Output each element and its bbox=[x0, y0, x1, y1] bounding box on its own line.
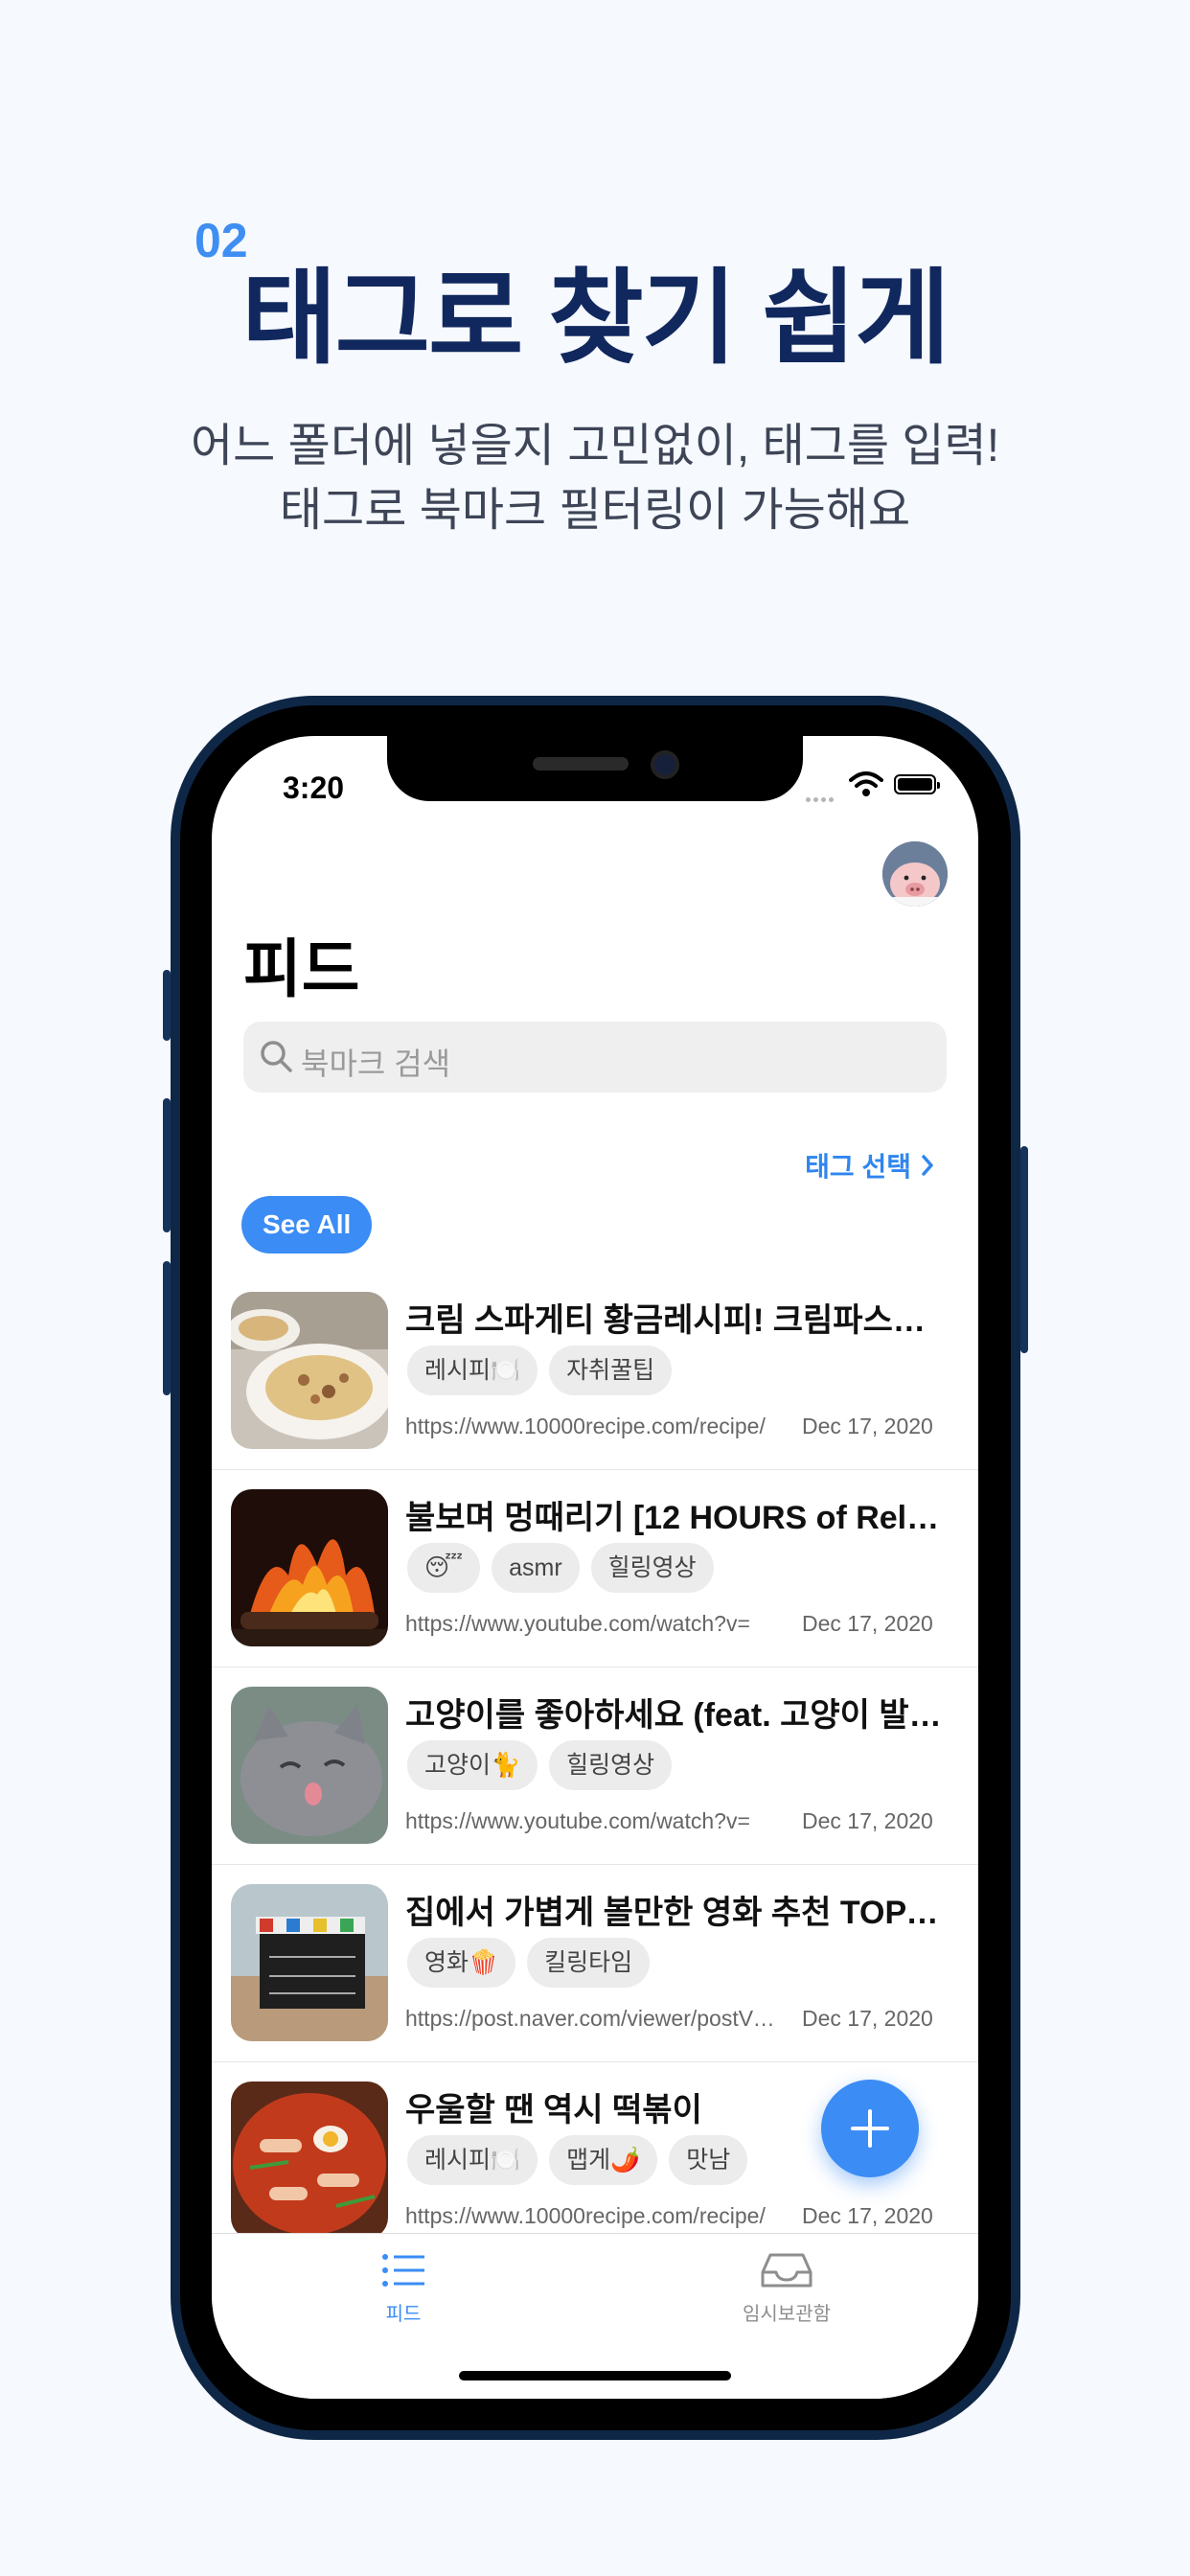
thumbnail-tteokbokki bbox=[231, 2082, 388, 2239]
tag-chip[interactable]: 😴 bbox=[407, 1543, 481, 1593]
item-title: 고양이를 좋아하세요 (feat. 고양이 발바닥) bbox=[405, 1697, 942, 1734]
thumbnail-pasta bbox=[231, 1292, 388, 1449]
phone-button-silent bbox=[163, 970, 171, 1041]
search-input[interactable]: 북마크 검색 bbox=[243, 1022, 947, 1092]
tab-feed-label: 피드 bbox=[385, 2304, 422, 2325]
tag-list: 레시피🍽️ 맵게🌶️ 맛남 bbox=[407, 2135, 748, 2185]
feed-item[interactable]: 집에서 가볍게 볼만한 영화 추천 TOP 10 영화🍿 킬링타임 https:… bbox=[212, 1865, 978, 2062]
thumbnail-fireplace bbox=[231, 1489, 388, 1646]
wifi-icon bbox=[849, 771, 883, 796]
item-date: Dec 17, 2020 bbox=[802, 1611, 933, 1636]
add-bookmark-button[interactable] bbox=[821, 2080, 919, 2177]
battery-icon bbox=[894, 774, 940, 794]
hero-title: 태그로 찾기 쉽게 bbox=[241, 260, 950, 376]
item-date: Dec 17, 2020 bbox=[802, 2203, 933, 2228]
tab-feed[interactable]: 피드 bbox=[308, 2251, 499, 2326]
chevron-right-icon bbox=[922, 1155, 933, 1176]
tag-chip[interactable]: 킬링타임 bbox=[527, 1938, 651, 1988]
hero-section: 02 태그로 찾기 쉽게 어느 폴더에 넣을지 고민없이, 태그를 입력! 태그… bbox=[0, 0, 1190, 671]
tag-chip[interactable]: 맵게🌶️ bbox=[549, 2135, 658, 2185]
item-date: Dec 17, 2020 bbox=[802, 1808, 933, 1833]
tag-chip[interactable]: 레시피🍽️ bbox=[407, 2135, 538, 2185]
home-indicator bbox=[459, 2371, 731, 2380]
search-placeholder: 북마크 검색 bbox=[301, 1046, 451, 1081]
notch bbox=[387, 736, 803, 801]
camera bbox=[651, 750, 679, 779]
status-time: 3:20 bbox=[283, 770, 345, 805]
signal-dots bbox=[806, 790, 840, 802]
tag-chip[interactable]: 힐링영상 bbox=[590, 1543, 714, 1593]
tag-select-button[interactable]: 태그 선택 bbox=[805, 1146, 934, 1184]
tag-select-label: 태그 선택 bbox=[805, 1152, 911, 1182]
list-icon bbox=[382, 2254, 424, 2287]
tag-list: 레시피🍽️ 자취꿀팁 bbox=[407, 1346, 673, 1395]
page-title: 피드 bbox=[243, 933, 360, 1004]
tag-chip[interactable]: asmr bbox=[492, 1543, 580, 1593]
tag-list: 영화🍿 킬링타임 bbox=[407, 1938, 651, 1988]
avatar[interactable] bbox=[882, 841, 948, 907]
see-all-button[interactable]: See All bbox=[241, 1196, 373, 1254]
phone-button-power bbox=[1020, 1146, 1028, 1353]
speaker bbox=[533, 757, 629, 770]
hero-subtitle-line2: 태그로 북마크 필터링이 가능해요 bbox=[279, 485, 911, 536]
phone-button-volume-down bbox=[163, 1261, 171, 1395]
item-title: 집에서 가볍게 볼만한 영화 추천 TOP 10 bbox=[405, 1895, 942, 1931]
item-title: 크림 스파게티 황금레시피! 크림파스타 만들기 bbox=[405, 1302, 942, 1339]
tag-chip[interactable]: 고양이🐈 bbox=[407, 1740, 538, 1790]
hero-subtitle-line1: 어느 폴더에 넣을지 고민없이, 태그를 입력! bbox=[190, 421, 1000, 472]
item-url: https://www.10000recipe.com/recipe/ bbox=[405, 2203, 766, 2228]
item-url: https://www.youtube.com/watch?v= bbox=[405, 1611, 750, 1636]
item-url: https://post.naver.com/viewer/postView bbox=[405, 2006, 779, 2031]
phone-screen: 3:20 피드 북마크 검색 태그 선택 See All 크림 스파게티 황금레… bbox=[212, 736, 978, 2399]
tag-chip[interactable]: 힐링영상 bbox=[549, 1740, 673, 1790]
tab-archive-label: 임시보관함 bbox=[743, 2304, 831, 2325]
item-url: https://www.10000recipe.com/recipe/ bbox=[405, 1414, 766, 1438]
item-date: Dec 17, 2020 bbox=[802, 1414, 933, 1438]
tag-chip[interactable]: 맛남 bbox=[669, 2135, 748, 2185]
feed-item[interactable]: 고양이를 좋아하세요 (feat. 고양이 발바닥) 고양이🐈 힐링영상 htt… bbox=[212, 1668, 978, 1865]
item-url: https://www.youtube.com/watch?v= bbox=[405, 1808, 750, 1833]
tray-icon bbox=[761, 2253, 812, 2288]
tag-list: 😴 asmr 힐링영상 bbox=[407, 1543, 714, 1593]
tag-chip[interactable]: 자취꿀팁 bbox=[549, 1346, 673, 1395]
thumbnail-cat bbox=[231, 1687, 388, 1844]
tab-archive[interactable]: 임시보관함 bbox=[691, 2251, 882, 2326]
item-title: 불보며 멍때리기 [12 HOURS of Relaxing Fireplace… bbox=[405, 1500, 942, 1536]
feed-item[interactable]: 크림 스파게티 황금레시피! 크림파스타 만들기 레시피🍽️ 자취꿀팁 http… bbox=[212, 1273, 978, 1470]
feed-item[interactable]: 불보며 멍때리기 [12 HOURS of Relaxing Fireplace… bbox=[212, 1470, 978, 1668]
thumbnail-clapperboard bbox=[231, 1884, 388, 2041]
tag-chip[interactable]: 레시피🍽️ bbox=[407, 1346, 538, 1395]
item-date: Dec 17, 2020 bbox=[802, 2006, 933, 2031]
avatar-pig-icon bbox=[882, 841, 948, 907]
tag-chip[interactable]: 영화🍿 bbox=[407, 1938, 516, 1988]
plus-icon bbox=[851, 2109, 889, 2148]
search-icon bbox=[261, 1041, 292, 1072]
phone-button-volume-up bbox=[163, 1098, 171, 1232]
tag-list: 고양이🐈 힐링영상 bbox=[407, 1740, 673, 1790]
